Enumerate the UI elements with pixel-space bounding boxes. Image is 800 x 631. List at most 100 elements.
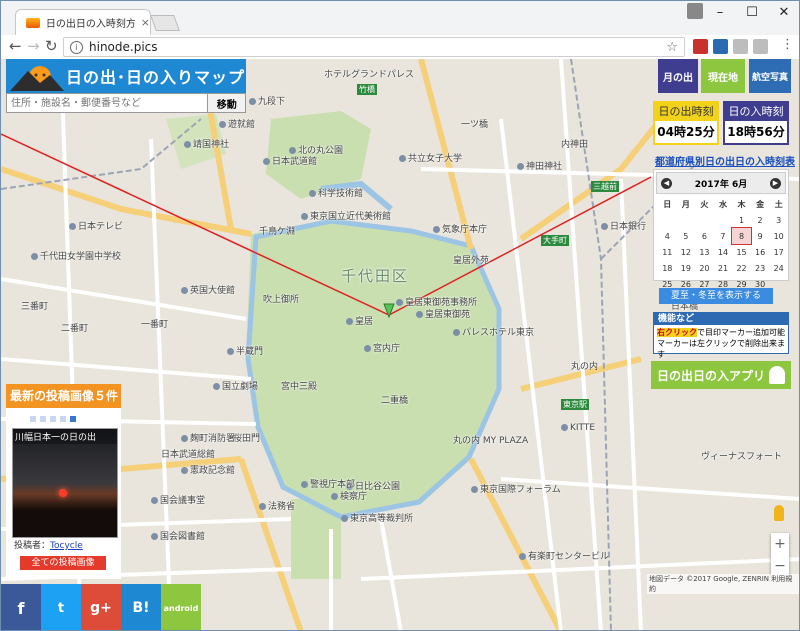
info-icon[interactable]: i [70, 40, 83, 54]
calendar-day[interactable]: 19 [677, 260, 696, 276]
twitter-icon[interactable]: t [41, 584, 81, 630]
map-label: 英国大使館 [181, 283, 235, 296]
new-tab-button[interactable] [150, 15, 180, 31]
zoom-control: + − [771, 533, 789, 577]
zoom-in-button[interactable]: + [771, 533, 789, 555]
weekday-header: 金 [756, 199, 765, 209]
map-label: 東京国際フォーラム [471, 482, 561, 495]
calendar-day[interactable]: 6 [695, 228, 714, 244]
calendar-day[interactable]: 3 [769, 212, 788, 228]
map-label: 日本武道総館 [161, 450, 216, 460]
map-label: 三越前 [591, 181, 619, 192]
map-label: 日本武道館 [263, 154, 317, 167]
browser-window: 日の出日の入時刻方角マ × – ☐ ✕ ← → ↻ i hinode.pics … [0, 0, 800, 631]
map-label: 半蔵門 [227, 344, 263, 357]
hatena-bookmark-icon[interactable]: B! [121, 584, 161, 630]
calendar-day[interactable]: 11 [658, 244, 677, 260]
calendar-day[interactable]: 17 [769, 244, 788, 260]
extension-shield-icon[interactable] [693, 39, 708, 54]
forward-icon[interactable]: → [27, 37, 40, 55]
map-label: 国立劇場 [213, 379, 258, 392]
map-label: 千代田区 [341, 267, 410, 285]
prev-month-icon[interactable]: ◀ [661, 177, 672, 189]
moonrise-button[interactable]: 月の出 [658, 59, 698, 93]
carousel-dot[interactable] [50, 416, 56, 422]
posted-photo[interactable]: 川幅日本一の日の出 [12, 428, 118, 538]
current-location-button[interactable]: 現在地 [701, 59, 745, 93]
minimize-button[interactable]: – [705, 5, 735, 20]
sunrise-sun-icon [59, 489, 67, 497]
calendar-day[interactable]: 21 [714, 260, 733, 276]
map-label: 二重橋 [381, 396, 409, 406]
calendar-day[interactable]: 12 [677, 244, 696, 260]
back-icon[interactable]: ← [9, 37, 22, 55]
features-text-1: で目印マーカー追加可能 [697, 328, 785, 337]
posted-images-panel: 最新の投稿画像５件 川幅日本一の日の出 投稿者：Tocycle 全ての投稿画像 [6, 384, 121, 579]
browser-tab[interactable]: 日の出日の入時刻方角マ × [15, 9, 151, 35]
extension-page-icon[interactable] [733, 39, 748, 54]
aerial-photo-button[interactable]: 航空写真 [749, 59, 791, 93]
search-input[interactable] [7, 94, 208, 112]
social-share-bar: f t g+ B! android [1, 584, 201, 630]
calendar-day[interactable]: 24 [769, 260, 788, 276]
android-share-icon[interactable]: android [161, 584, 201, 630]
calendar-day[interactable]: 4 [658, 228, 677, 244]
carousel-dot[interactable] [30, 416, 36, 422]
map-label: 科学技術館 [309, 186, 363, 199]
facebook-icon[interactable]: f [1, 584, 41, 630]
calendar-day[interactable]: 18 [658, 260, 677, 276]
address-bar[interactable]: i hinode.pics ☆ [63, 37, 685, 57]
close-button[interactable]: ✕ [769, 5, 799, 20]
reload-icon[interactable]: ↻ [45, 37, 58, 55]
calendar-day[interactable]: 2 [751, 212, 770, 228]
app-header: 日の出･日の入りマップ [6, 59, 246, 93]
carousel-dot-active[interactable] [70, 416, 76, 422]
calendar-day[interactable]: 22 [732, 260, 751, 276]
calendar-day[interactable]: 14 [714, 244, 733, 260]
prefecture-table-link[interactable]: 都道府県別日の出日の入時刻表 [655, 153, 795, 168]
all-posts-button[interactable]: 全ての投稿画像 [20, 556, 106, 570]
street-view-pegman-icon[interactable] [774, 505, 784, 521]
map-label: 靖国神社 [184, 137, 229, 150]
map-label: 三番町 [21, 302, 49, 312]
calendar-day [658, 212, 677, 228]
calendar-day[interactable]: 9 [751, 228, 770, 244]
calendar-day[interactable]: 10 [769, 228, 788, 244]
extension-t-icon[interactable] [713, 39, 728, 54]
calendar-day[interactable]: 1 [732, 212, 751, 228]
weekday-header: 木 [737, 199, 746, 209]
calendar-day[interactable]: 16 [751, 244, 770, 260]
menu-icon[interactable]: ⋮ [781, 37, 794, 52]
map-label: 法務省 [259, 499, 295, 512]
map-label: ホテルグランドパレス [324, 70, 415, 80]
carousel-dot[interactable] [60, 416, 66, 422]
app-button-label: 日の出日の入アプリ [657, 368, 766, 383]
calendar-day[interactable]: 13 [695, 244, 714, 260]
android-app-button[interactable]: 日の出日の入アプリ [651, 361, 791, 389]
calendar-day[interactable]: 20 [695, 260, 714, 276]
map-label: 東京国立近代美術館 [301, 209, 391, 222]
search-button[interactable]: 移動 [207, 94, 245, 112]
carousel-dot[interactable] [40, 416, 46, 422]
toolbar: ← → ↻ i hinode.pics ☆ ⋮ [1, 35, 799, 60]
tab-close-icon[interactable]: × [141, 16, 150, 29]
calendar-day[interactable]: 7 [714, 228, 733, 244]
google-plus-icon[interactable]: g+ [81, 584, 121, 630]
map-label: 宮内庁 [364, 341, 400, 354]
map-label: ヴィーナスフォート [701, 452, 783, 462]
map-label: 大手町 [541, 235, 569, 246]
poster-name-link[interactable]: Tocycle [50, 541, 83, 551]
next-month-icon[interactable]: ▶ [770, 177, 781, 189]
calendar-day[interactable]: 23 [751, 260, 770, 276]
profile-icon[interactable] [687, 3, 703, 19]
map-label: 宮中三殿 [281, 382, 318, 392]
extension-gear-icon[interactable] [753, 39, 768, 54]
attribution-text: 地図データ ©2017 Google, ZENRIN [649, 575, 770, 583]
maximize-button[interactable]: ☐ [737, 5, 767, 20]
show-solstice-button[interactable]: 夏至・冬至を表示する [659, 288, 773, 304]
calendar-day[interactable]: 5 [677, 228, 696, 244]
map-label: 東京駅 [561, 399, 589, 410]
calendar-day[interactable]: 15 [732, 244, 751, 260]
calendar-day-selected[interactable]: 8 [731, 227, 752, 245]
bookmark-star-icon[interactable]: ☆ [666, 40, 678, 55]
